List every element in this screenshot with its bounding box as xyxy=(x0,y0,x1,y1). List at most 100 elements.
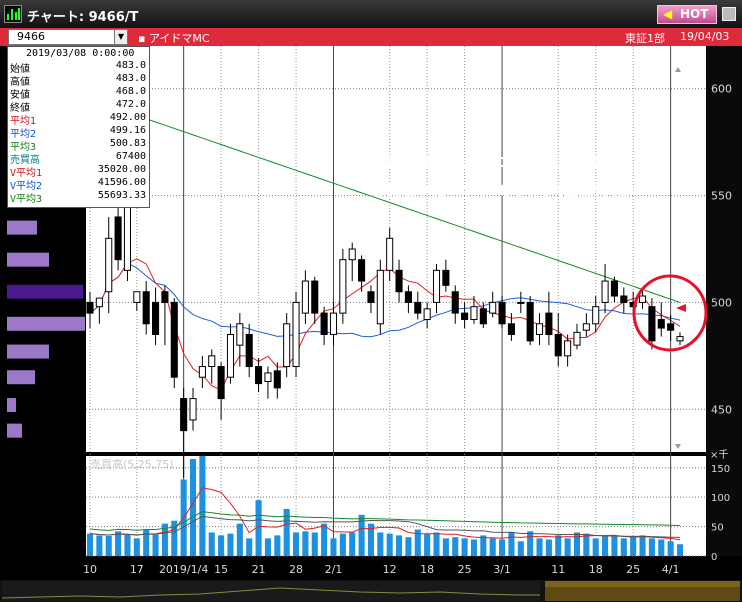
candle-body xyxy=(320,312,328,335)
info-row: 終値 472.0 xyxy=(8,99,149,114)
volume-profile-bar xyxy=(7,397,16,412)
volume-bar xyxy=(105,536,112,556)
volume-bar xyxy=(227,533,234,556)
info-value: 468.0 xyxy=(115,86,146,97)
volume-bar xyxy=(152,534,159,556)
x-tick-label: 11 xyxy=(551,563,565,576)
x-tick-label: 18 xyxy=(420,563,434,576)
hot-arrow-icon: ◀ xyxy=(663,7,673,21)
price-tick-label: 500 xyxy=(711,296,732,309)
volume-profile-bar xyxy=(7,220,37,235)
volume-bar xyxy=(461,538,468,556)
volume-bar xyxy=(330,538,337,556)
candle-body xyxy=(180,398,188,432)
info-row: V平均1 35020.00 xyxy=(8,164,149,179)
candle-body xyxy=(95,297,103,308)
candle-body xyxy=(620,295,628,303)
volume-bar xyxy=(517,541,524,556)
candle-body xyxy=(208,355,216,368)
window-titlebar[interactable]: チャート: 9466/T ◀ HOT xyxy=(0,0,742,28)
info-value: 499.16 xyxy=(109,125,146,136)
current-date: 19/04/03 xyxy=(680,30,730,43)
volume-bar xyxy=(667,541,674,556)
symbol-code-input[interactable]: 9466 xyxy=(8,29,128,45)
x-tick-label: 17 xyxy=(130,563,144,576)
candle-body xyxy=(545,312,553,335)
x-tick-label: 4/1 xyxy=(662,563,680,576)
x-tick-label: 2/1 xyxy=(325,563,343,576)
volume-bar xyxy=(592,538,599,556)
volume-bar xyxy=(573,532,581,556)
candle-body xyxy=(358,259,366,282)
volume-bar xyxy=(639,535,646,556)
info-value: 483.0 xyxy=(115,60,146,71)
volume-legend: 売買高(5,25,75) xyxy=(90,457,174,471)
candle-body xyxy=(86,301,94,314)
x-tick-label: 28 xyxy=(289,563,303,576)
x-tick-label: 10 xyxy=(83,563,97,576)
x-tick-label: 25 xyxy=(626,563,640,576)
time-scrollbar[interactable] xyxy=(0,580,742,602)
candle-body xyxy=(676,336,684,342)
candle-body xyxy=(236,323,244,346)
volume-bar xyxy=(499,539,506,556)
x-tick-label: 15 xyxy=(214,563,228,576)
info-value: 500.83 xyxy=(109,138,146,149)
candle-body xyxy=(105,237,113,293)
volume-bar xyxy=(208,532,215,556)
info-value: 41596.00 xyxy=(97,177,146,188)
candle-body xyxy=(123,205,132,271)
info-row: 安値 468.0 xyxy=(8,86,149,101)
volume-bar xyxy=(377,532,384,556)
candle-body xyxy=(386,237,394,271)
chart-app-icon xyxy=(4,5,22,23)
volume-bar xyxy=(349,532,356,556)
volume-bar xyxy=(396,535,403,556)
candle-body xyxy=(526,301,534,342)
info-label: V平均3 xyxy=(10,194,43,205)
volume-profile-bar xyxy=(7,344,49,359)
volume-bar xyxy=(96,535,103,556)
volume-tick-label: 150 xyxy=(711,464,730,475)
volume-bar xyxy=(620,538,627,556)
info-row: 売買高 67400 xyxy=(8,151,149,166)
volume-bar xyxy=(124,534,131,556)
info-date: 2019/03/08 0:00:00 xyxy=(26,48,135,59)
candle-body xyxy=(133,291,141,303)
volume-bar xyxy=(115,531,122,556)
hot-button[interactable]: ◀ HOT xyxy=(657,5,717,24)
volume-bar xyxy=(86,533,94,556)
candle-body xyxy=(498,301,506,325)
candle-body xyxy=(470,306,478,321)
candle-body xyxy=(667,323,675,331)
window-control-box[interactable] xyxy=(722,7,736,21)
volume-bar xyxy=(470,539,478,556)
volume-bar xyxy=(602,535,609,556)
ohlc-info-panel: 2019/03/08 0:00:00 始値 483.0 高値 483.0 安値 468.0… xyxy=(7,46,150,208)
candle-body xyxy=(283,323,291,368)
info-row: 高値 483.0 xyxy=(8,73,149,88)
info-value: 35020.00 xyxy=(97,164,146,175)
volume-bar xyxy=(321,523,328,556)
x-tick-label: 2019/1/4 xyxy=(159,563,208,576)
candle-body xyxy=(339,259,347,314)
volume-bar xyxy=(536,538,543,556)
volume-bar xyxy=(611,536,618,556)
candle-body xyxy=(404,291,412,303)
x-tick-label: 18 xyxy=(589,563,603,576)
candle-body xyxy=(535,323,544,335)
volume-bar xyxy=(264,538,271,556)
volume-bar xyxy=(527,531,534,556)
candle-body xyxy=(152,301,160,335)
candle-body xyxy=(601,280,609,303)
chevron-down-icon[interactable]: ▼ xyxy=(114,29,128,45)
info-value: 483.0 xyxy=(115,73,146,84)
candle-body xyxy=(170,301,178,378)
annotation-line-2: 出来高が大きいので下げられる可能性が大きい xyxy=(370,184,644,199)
candle-body xyxy=(395,269,403,293)
candle-body xyxy=(507,323,515,335)
volume-bar xyxy=(236,523,243,556)
x-tick-label: 12 xyxy=(383,563,397,576)
volume-profile-bar xyxy=(7,423,22,438)
info-row: 平均2 499.16 xyxy=(8,125,149,140)
